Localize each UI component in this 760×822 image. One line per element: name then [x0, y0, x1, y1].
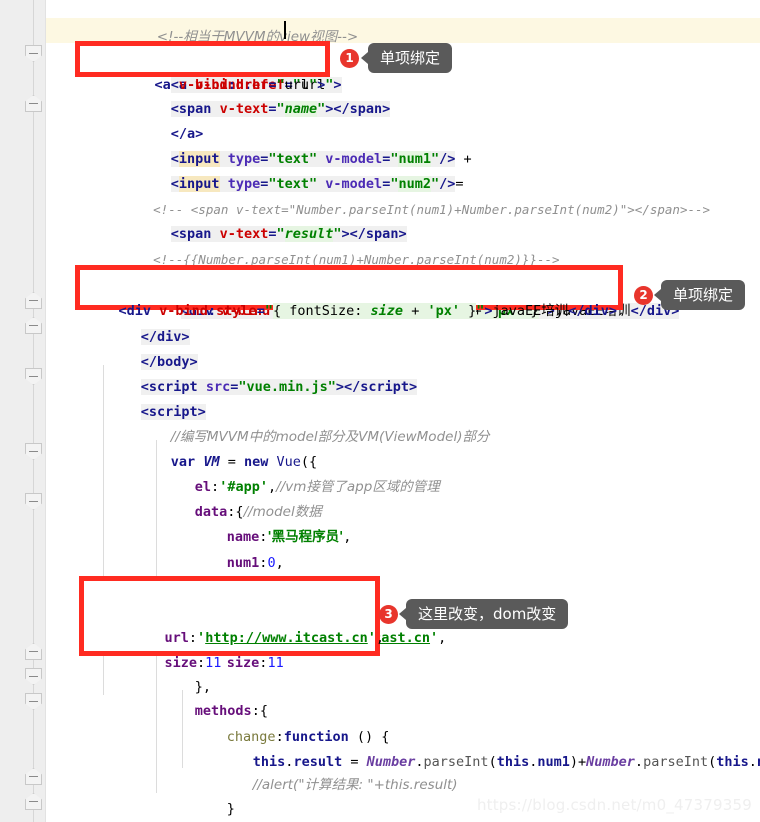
code-content[interactable]: <!--相当于MVVM的view视图--> <!--{{name}}--> <a… — [46, 0, 760, 822]
annotation-tooltip-1: 单项绑定 — [360, 43, 453, 73]
fold-marker[interactable] — [25, 793, 42, 810]
fold-marker[interactable] — [25, 643, 42, 660]
code-line: num1:0, — [178, 526, 284, 571]
code-line: num2:0, — [178, 551, 284, 596]
code-token: <span v-text="name"></span> — [170, 101, 391, 117]
fold-marker[interactable] — [25, 768, 42, 785]
annotation-tooltip-2: 单项绑定 — [653, 280, 746, 310]
code-line: methods:{ — [146, 674, 268, 719]
fold-marker[interactable] — [25, 317, 42, 334]
fold-marker[interactable] — [25, 668, 42, 685]
fold-marker[interactable] — [25, 95, 42, 112]
annotation-badge-2: 2 — [634, 286, 653, 305]
code-line: el:'#app',//vm接管了app区域的管理 — [146, 450, 440, 495]
fold-marker[interactable] — [25, 368, 42, 385]
annotation-tooltip-3: 这里改变，dom改变 — [398, 599, 569, 629]
code-line: <!-- <span v-text="Number.parseInt(num1)… — [108, 172, 710, 217]
code-line: <button v-on:click="change">计算</button> — [122, 247, 499, 292]
fold-marker[interactable] — [25, 693, 42, 710]
code-line: data:{//model数据 — [146, 475, 322, 520]
code-line: //alert("计算结果: "+this.result) — [204, 748, 458, 793]
fold-marker[interactable] — [25, 493, 42, 510]
code-token: } — [226, 801, 235, 817]
fold-marker[interactable] — [25, 292, 42, 309]
code-line: <!--{{Number.parseInt(num1)+Number.parse… — [108, 222, 559, 267]
code-line: <script> — [92, 375, 206, 420]
editor-gutter — [0, 0, 46, 822]
code-token: <div v-bind:style="{ fontSize: size + 'p… — [118, 303, 618, 319]
code-editor-screenshot: <!--相当于MVVM的view视图--> <!--{{name}}--> <a… — [0, 0, 760, 822]
code-line-boxed: url:'http://www.itcast.cn', — [132, 601, 385, 646]
code-line: <span v-text="result"></span> — [122, 197, 407, 242]
code-line: </body> — [92, 325, 198, 370]
code-line-boxed: <div v-bind:style="{ fontSize: size + 'p… — [86, 274, 617, 319]
code-line: } — [146, 797, 203, 822]
code-line: //编写MVVM中的model部分及VM(ViewModel)部分 — [122, 400, 490, 445]
fold-marker[interactable] — [25, 443, 42, 460]
text-caret — [284, 21, 286, 39]
code-line: result:0, — [178, 576, 300, 621]
code-line-boxed: <a v-bind:href="url"> — [122, 48, 326, 93]
code-line: <input type="text" v-model="num1"/> + — [170, 151, 472, 167]
annotation-badge-1: 1 — [340, 49, 359, 68]
fold-marker[interactable] — [25, 45, 42, 62]
code-line: <!--{{name}}--> — [108, 18, 279, 63]
code-token: size:11 — [164, 655, 222, 671]
code-line-boxed: size:11 — [132, 626, 222, 671]
code-line: name:'黑马程序员', — [178, 500, 352, 545]
code-line: change:function () { — [178, 700, 390, 745]
comment-token: //alert("计算结果: "+this.result) — [252, 777, 458, 793]
code-line: this.result = Number.parseInt(this.num1)… — [204, 725, 760, 770]
code-line: } — [178, 772, 235, 817]
code-line: var VM = new Vue({ — [122, 425, 317, 470]
code-line: <script src="vue.min.js"></script> — [92, 350, 418, 395]
code-line: <input type="text" v-model="num2"/>= — [170, 176, 464, 192]
code-token: <a v-bind:href="url"> — [154, 77, 326, 93]
code-token: size:11 — [226, 655, 284, 671]
watermark: https://blog.csdn.net/m0_47379359 — [476, 796, 752, 814]
